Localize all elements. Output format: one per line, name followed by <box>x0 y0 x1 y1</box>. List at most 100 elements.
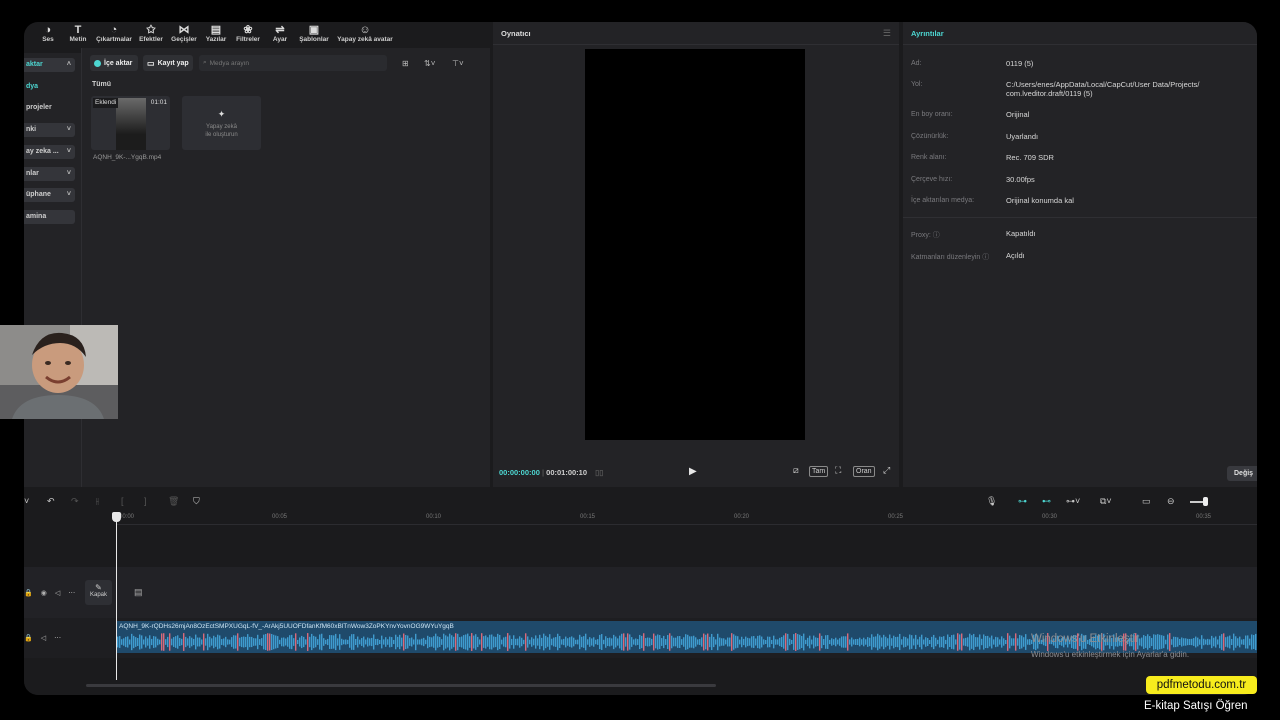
ratio-button[interactable]: Oran <box>853 466 875 477</box>
sidebar-item-brand[interactable]: nki ˅ <box>24 123 75 137</box>
speaker-icon[interactable]: ◁ <box>41 634 46 642</box>
toolbar-stickers[interactable]: ◔ Çıkartmalar <box>94 22 134 48</box>
zoom-slider-handle[interactable] <box>1203 497 1208 506</box>
record-button[interactable]: ▭ Kayıt yap <box>143 55 193 71</box>
waveform-bar <box>1241 639 1243 645</box>
video-track[interactable]: 🔒 ◉ ◁ ⋯ ▤ <box>24 567 1257 618</box>
capcut-window: ◑ Ses T Metin ◔ Çıkartmalar ✩ Efektler ⋈… <box>24 22 1257 695</box>
toolbar-templates[interactable]: ▣ Şablonlar <box>296 22 332 48</box>
sidebar-item-library[interactable]: üphane ˅ <box>24 188 75 202</box>
eye-icon[interactable]: ◉ <box>41 589 47 597</box>
delete-icon[interactable]: 🗑 <box>168 496 179 507</box>
divider <box>903 217 1257 218</box>
video-preview[interactable] <box>585 49 805 440</box>
waveform-bar <box>1249 638 1251 646</box>
media-search-input[interactable]: ⌕ Medya arayın <box>199 55 387 71</box>
waveform-bar <box>791 639 793 645</box>
sidebar-item-media[interactable]: dya <box>24 80 75 94</box>
sidebar-item-import[interactable]: aktar ˄ <box>24 58 75 72</box>
toolbar-captions[interactable]: ▤ Yazılar <box>202 22 230 48</box>
playhead-handle[interactable] <box>112 512 121 522</box>
full-quality-button[interactable]: Tam <box>809 466 829 477</box>
toolbar-audio[interactable]: ◑ Ses <box>36 22 60 48</box>
change-button[interactable]: Değiş <box>1227 466 1257 481</box>
speaker-icon[interactable]: ◁ <box>55 589 60 597</box>
waveform-bar <box>139 634 141 650</box>
playhead[interactable] <box>116 512 117 680</box>
waveform-bar <box>899 633 901 651</box>
waveform-bar <box>407 635 409 649</box>
waveform-bar <box>255 638 257 646</box>
import-button[interactable]: İçe aktar <box>90 55 138 71</box>
preview-axis-icon[interactable]: ⊶˅ <box>1066 496 1080 507</box>
sort-icon[interactable]: ⇅˅ <box>424 55 435 71</box>
split-icon[interactable]: ⫲ <box>96 496 99 507</box>
caption-toggle-icon[interactable]: ▭ <box>1142 496 1151 507</box>
waveform-bar <box>611 638 613 646</box>
trim-left-icon[interactable]: [ <box>121 496 124 506</box>
waveform-bar <box>637 639 639 645</box>
waveform-bar <box>683 637 685 647</box>
grid-view-icon[interactable]: ⊞ <box>402 55 409 71</box>
waveform-bar <box>1203 638 1205 646</box>
zoom-out-icon[interactable]: ⊖ <box>1167 496 1175 507</box>
waveform-bar <box>913 638 915 646</box>
detail-value-proxy[interactable]: Kapatıldı <box>1006 229 1036 238</box>
timeline-scrollbar[interactable] <box>86 684 716 687</box>
waveform-bar <box>525 633 527 651</box>
sidebar-item-ai[interactable]: ay zeka ... ˅ <box>24 145 75 159</box>
trim-right-icon[interactable]: ] <box>144 496 147 506</box>
toolbar-text[interactable]: T Metin <box>64 22 92 48</box>
waveform-bar <box>1245 635 1247 649</box>
snapshot-icon[interactable]: ⧄ <box>791 466 801 475</box>
waveform-bar <box>529 639 531 645</box>
marker-icon[interactable]: ⛉ <box>193 496 200 507</box>
timecode-toggle-icon[interactable]: ▯▯ <box>595 468 603 477</box>
waveform-bar <box>585 633 587 651</box>
sidebar-item-dreamina[interactable]: amina <box>24 210 75 224</box>
menu-icon[interactable]: ☰ <box>883 28 891 39</box>
waveform-bar <box>1231 638 1233 646</box>
align-icon[interactable]: ⧉˅ <box>1100 496 1112 507</box>
link-icon[interactable]: ⊷ <box>1042 496 1051 507</box>
sidebar-item-projects[interactable]: projeler <box>24 101 75 115</box>
chevron-down-icon[interactable]: ˅ <box>24 496 29 506</box>
toolbar-ai-avatar[interactable]: ☺ Yapay zekâ avatar <box>334 22 396 48</box>
more-icon[interactable]: ⋯ <box>54 634 61 642</box>
detail-label-layers: Katmanları düzenleyin ⓘ <box>911 254 990 261</box>
waveform-bar <box>709 636 711 648</box>
ai-create-card[interactable]: ✦ Yapay zekâ ile oluşturun <box>182 96 261 150</box>
waveform-bar <box>915 634 917 650</box>
detail-value-layers[interactable]: Açıldı <box>1006 251 1025 260</box>
waveform-bar <box>691 636 693 648</box>
redo-icon[interactable]: ↷ <box>71 496 79 507</box>
waveform-bar <box>717 633 719 651</box>
media-clip-card[interactable]: Eklendi 01:01 <box>91 96 170 150</box>
toolbar-transitions[interactable]: ⋈ Geçişler <box>168 22 200 48</box>
waveform-bar <box>239 637 241 647</box>
waveform-bar <box>385 637 387 647</box>
waveform-bar <box>339 634 341 650</box>
focus-icon[interactable]: ⛶ <box>833 466 843 475</box>
toolbar-filters[interactable]: ❀ Filtreler <box>232 22 264 48</box>
clip-thumbnail <box>116 98 146 150</box>
chevron-down-icon: ˅ <box>66 191 71 198</box>
magnet-icon[interactable]: ⊶ <box>1018 496 1027 507</box>
toolbar-adjust[interactable]: ⇌ Ayar <box>266 22 294 48</box>
undo-icon[interactable]: ↶ <box>47 496 55 507</box>
toolbar-effects[interactable]: ✩ Efektler <box>136 22 166 48</box>
waveform-bar <box>923 639 925 645</box>
waveform-bar <box>987 635 989 649</box>
lock-icon[interactable]: 🔒 <box>24 589 33 597</box>
cover-button[interactable]: ✎ Kapak <box>85 580 112 605</box>
filter-icon[interactable]: ⊤˅ <box>452 55 464 71</box>
waveform-bar <box>381 635 383 649</box>
fullscreen-icon[interactable]: ⤢ <box>881 466 892 475</box>
waveform-bar <box>1193 638 1195 646</box>
microphone-icon[interactable]: 🎙 <box>986 496 997 507</box>
sidebar-item-assets[interactable]: nlar ˅ <box>24 167 75 181</box>
lock-icon[interactable]: 🔒 <box>24 634 33 642</box>
timeline-ruler[interactable]: 00:00 00:05 00:10 00:15 00:20 00:25 00:3… <box>116 514 1257 525</box>
play-icon[interactable]: ▶ <box>689 466 697 477</box>
more-icon[interactable]: ⋯ <box>68 589 75 597</box>
